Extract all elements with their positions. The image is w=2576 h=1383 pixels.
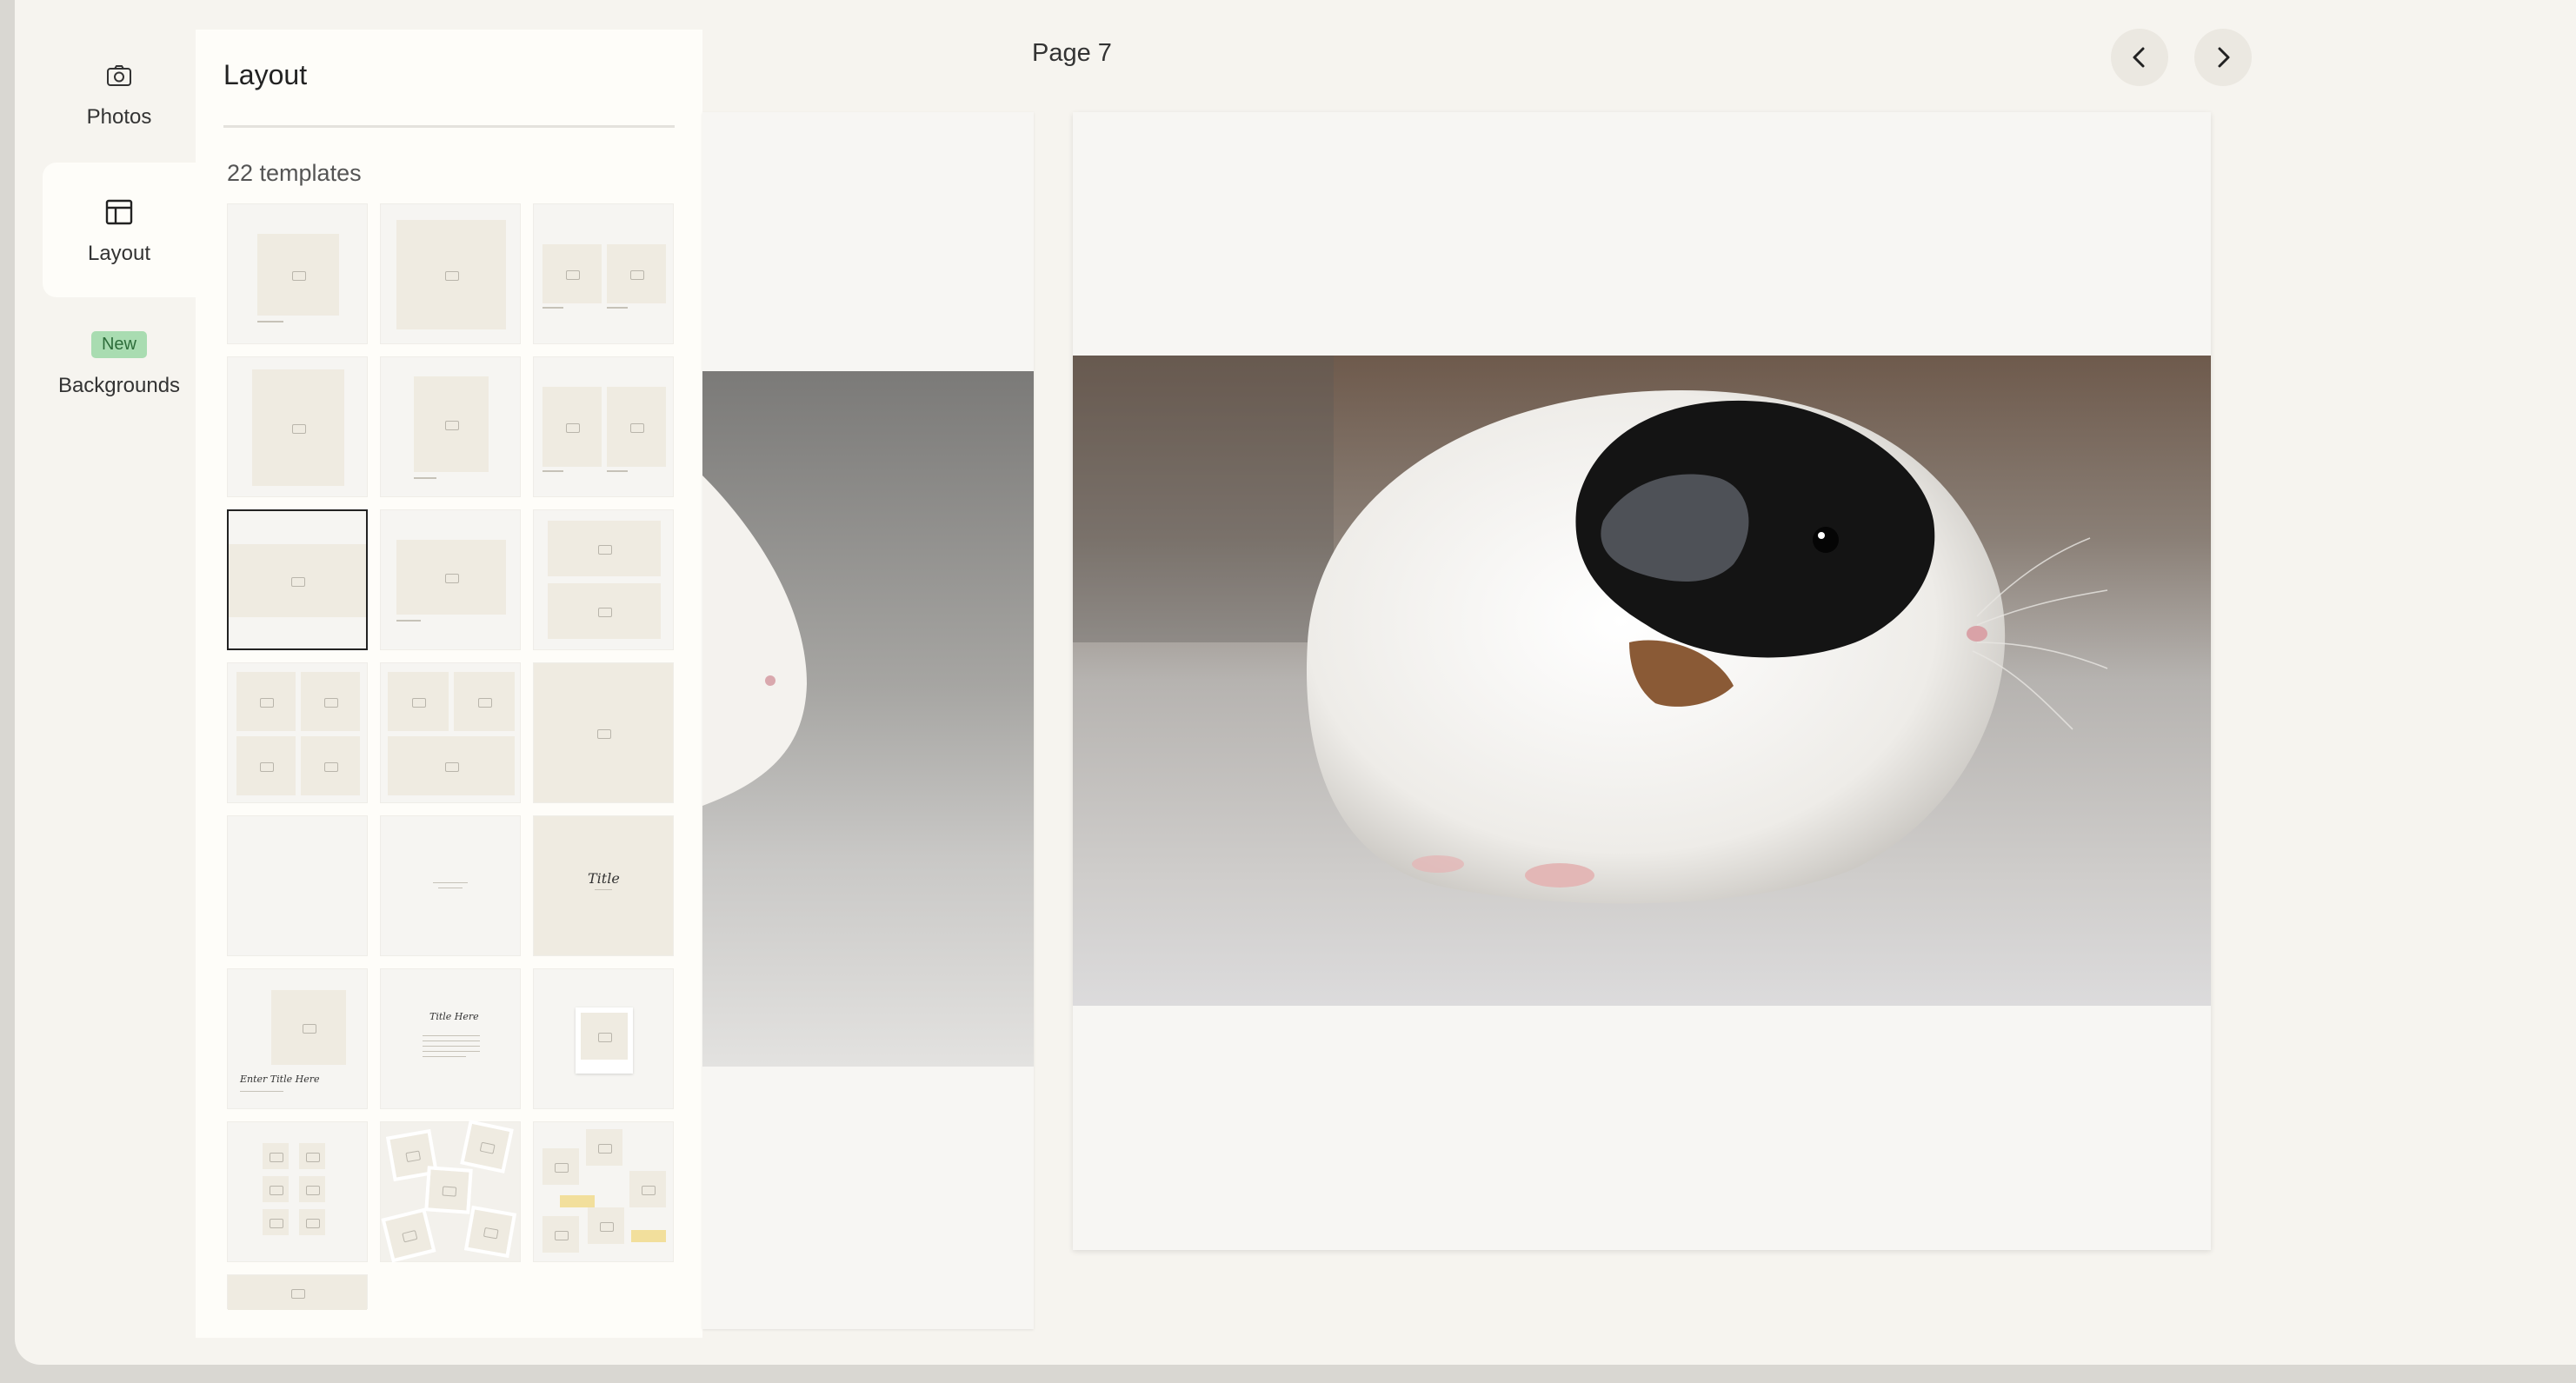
template-thumbnail[interactable] bbox=[533, 509, 674, 650]
template-thumbnail[interactable] bbox=[227, 1274, 368, 1310]
template-thumbnail[interactable] bbox=[380, 815, 521, 956]
left-book-page[interactable] bbox=[702, 112, 1034, 1329]
page-label: Page 7 bbox=[1032, 39, 1112, 67]
template-thumbnail[interactable] bbox=[380, 662, 521, 803]
layout-icon bbox=[105, 199, 133, 224]
template-thumbnail[interactable] bbox=[380, 356, 521, 497]
app-window: Photos Layout New Backgrounds Layout 22 … bbox=[15, 0, 2576, 1365]
template-thumbnail[interactable] bbox=[380, 203, 521, 344]
rail-label-photos: Photos bbox=[86, 104, 152, 129]
panel-title: Layout bbox=[223, 59, 308, 90]
template-thumbnail[interactable]: Enter Title Here bbox=[227, 968, 368, 1109]
template-thumbnail[interactable] bbox=[380, 1120, 521, 1263]
template-thumbnail[interactable] bbox=[533, 1121, 674, 1262]
chevron-left-icon bbox=[2133, 47, 2145, 68]
template-enter-title: Enter Title Here bbox=[240, 1074, 320, 1085]
template-grid: Title Enter Title Here Title Here bbox=[227, 203, 676, 1310]
panel-divider bbox=[223, 125, 675, 128]
rail-label-backgrounds: Backgrounds bbox=[57, 374, 181, 397]
side-rail: Photos Layout New Backgrounds bbox=[15, 0, 196, 1365]
template-title-here: Title Here bbox=[429, 1011, 479, 1022]
layout-panel: Layout 22 templates Title Enter Title He… bbox=[196, 30, 702, 1338]
rail-item-layout[interactable]: Layout bbox=[43, 163, 196, 297]
chevron-right-icon bbox=[2218, 47, 2230, 68]
template-thumbnail[interactable] bbox=[380, 509, 521, 650]
rail-item-backgrounds[interactable]: New Backgrounds bbox=[43, 297, 196, 432]
rail-item-photos[interactable]: Photos bbox=[43, 26, 196, 161]
template-script-title: Title bbox=[588, 870, 620, 887]
template-thumbnail[interactable]: Title bbox=[533, 815, 674, 956]
new-badge: New bbox=[90, 331, 147, 358]
template-thumbnail[interactable] bbox=[227, 203, 368, 344]
next-page-button[interactable] bbox=[2194, 29, 2252, 86]
prev-page-button[interactable] bbox=[2111, 29, 2168, 86]
template-thumbnail[interactable] bbox=[227, 662, 368, 803]
template-thumbnail[interactable] bbox=[533, 356, 674, 497]
template-thumbnail-selected[interactable] bbox=[227, 509, 368, 650]
right-book-page[interactable] bbox=[1073, 112, 2211, 1250]
template-thumbnail[interactable]: Title Here bbox=[380, 968, 521, 1109]
template-thumbnail[interactable] bbox=[227, 1121, 368, 1262]
template-thumbnail[interactable] bbox=[533, 203, 674, 344]
template-thumbnail[interactable] bbox=[533, 662, 674, 803]
template-count: 22 templates bbox=[227, 160, 362, 186]
camera-icon bbox=[107, 64, 131, 86]
template-thumbnail[interactable] bbox=[227, 815, 368, 956]
template-thumbnail[interactable] bbox=[533, 968, 674, 1109]
guinea-pig-photo[interactable] bbox=[1073, 356, 2211, 1006]
template-thumbnail[interactable] bbox=[227, 356, 368, 497]
guinea-pig-photo-left[interactable] bbox=[702, 371, 1034, 1067]
rail-label-layout: Layout bbox=[87, 241, 151, 265]
